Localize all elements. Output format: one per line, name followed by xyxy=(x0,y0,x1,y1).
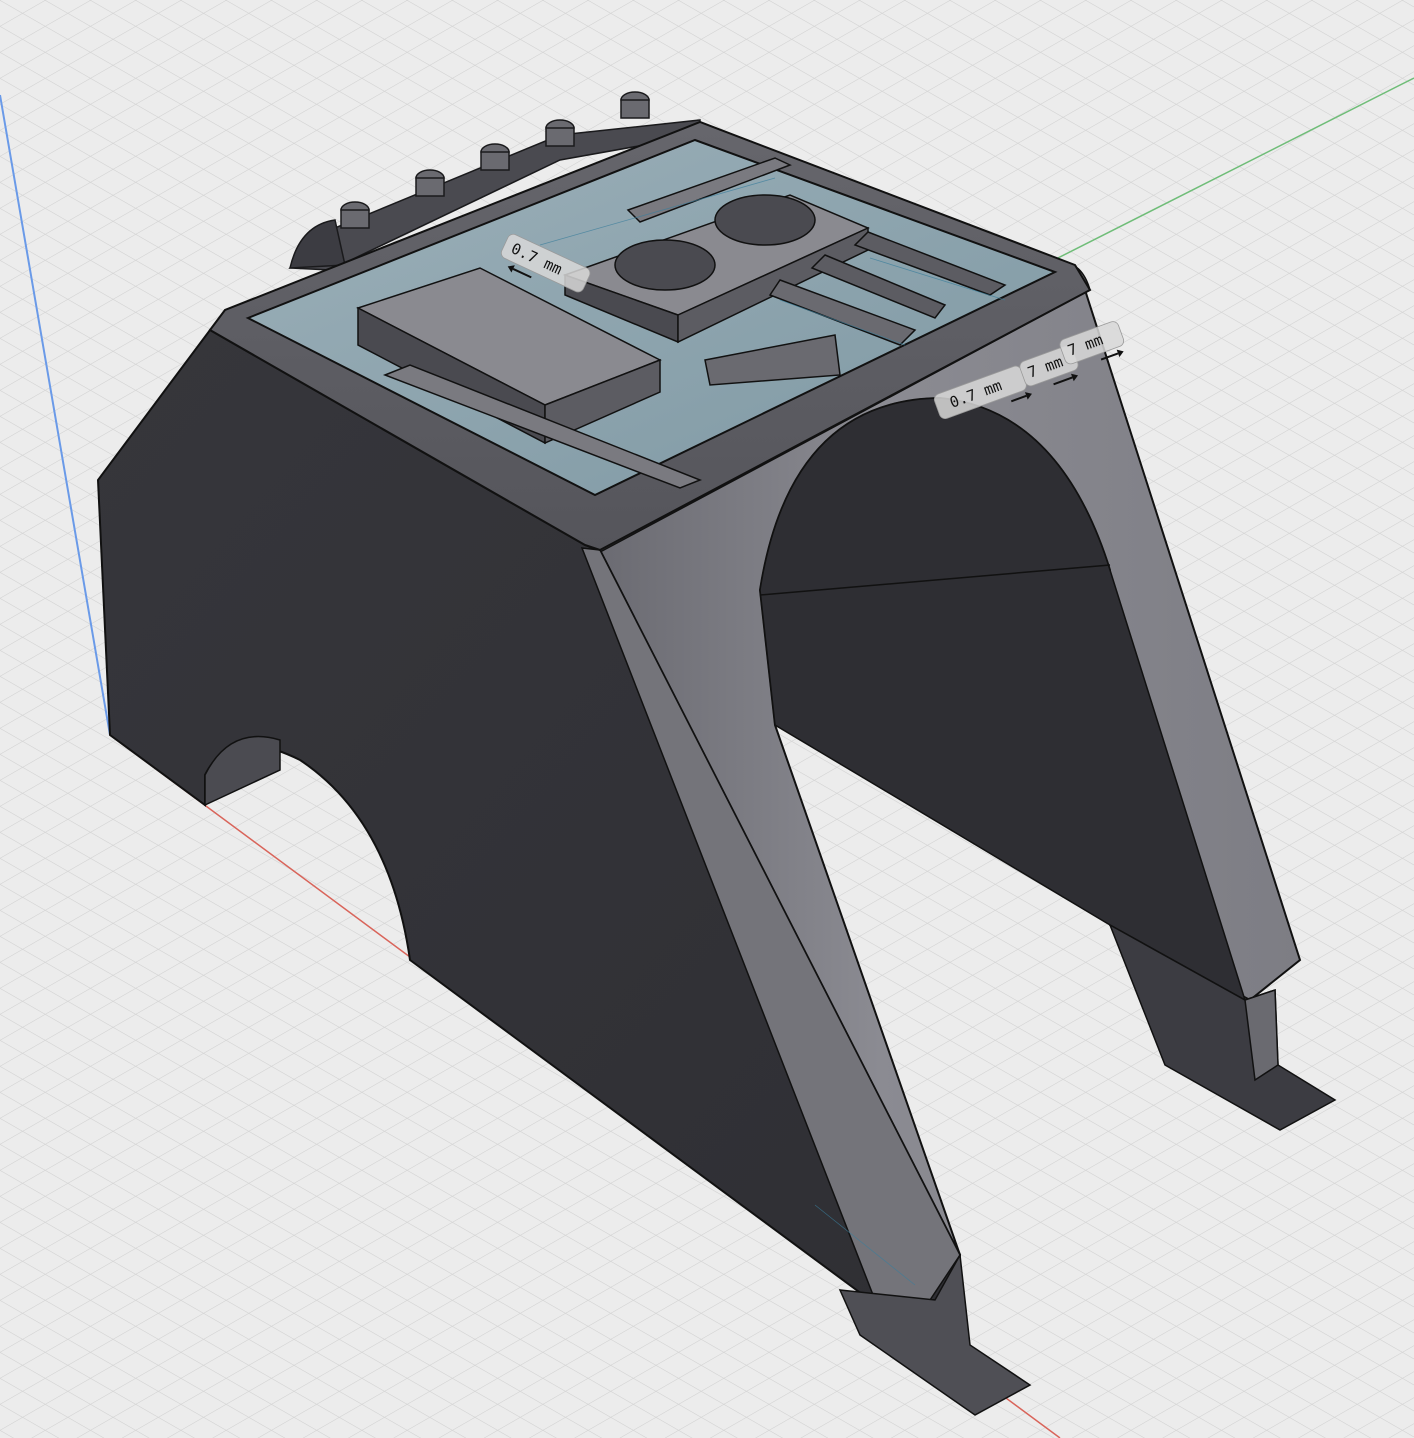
3d-viewport[interactable]: 0.7 mm 0.7 mm 7 mm 7 mm xyxy=(0,0,1414,1438)
scene-canvas[interactable]: 0.7 mm 0.7 mm 7 mm 7 mm xyxy=(0,0,1414,1438)
